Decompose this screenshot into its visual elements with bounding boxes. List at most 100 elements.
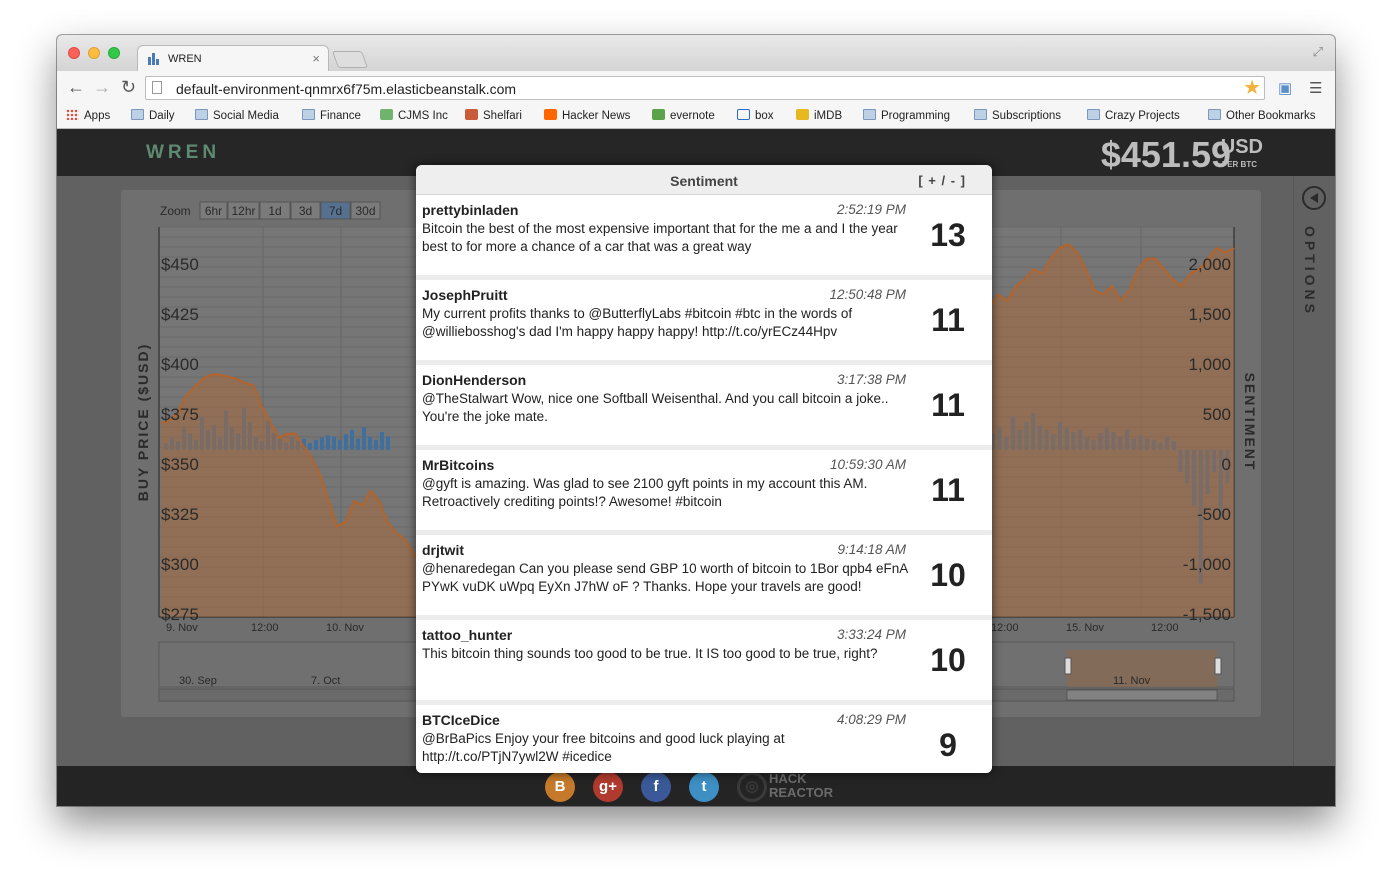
- y2-tick-label: 1,500: [1188, 305, 1231, 324]
- bookmark-cjms-inc[interactable]: CJMS Inc: [380, 109, 448, 122]
- reload-icon[interactable]: ↻: [121, 78, 136, 96]
- address-bar[interactable]: default-environment-qnmrx6f75m.elasticbe…: [145, 76, 1265, 100]
- tweet-row[interactable]: tattoo_hunter 3:33:24 PM This bitcoin thin…: [416, 620, 992, 705]
- folder-icon: [1087, 109, 1100, 120]
- collapse-arrow-icon[interactable]: [1302, 186, 1326, 210]
- tweet-text: Bitcoin the best of the most expensive i…: [422, 221, 898, 254]
- fullscreen-icon[interactable]: ⤢: [1313, 44, 1323, 60]
- new-tab-button[interactable]: [331, 51, 369, 68]
- zoom-button-label: 7d: [329, 204, 342, 218]
- bookmark-social-media[interactable]: Social Media: [195, 109, 279, 122]
- y2-axis-title: SENTIMENT: [1242, 373, 1258, 472]
- x-tick-label: 15. Nov: [1066, 622, 1104, 634]
- y-tick-label: $325: [161, 505, 199, 524]
- tweet-username[interactable]: BTCIceDice: [422, 712, 500, 728]
- navigator-handle-right[interactable]: [1214, 657, 1222, 675]
- tweet-username[interactable]: drjtwit: [422, 542, 464, 558]
- bookmark-finance[interactable]: Finance: [302, 109, 361, 122]
- hack-reactor-icon[interactable]: ◎: [737, 772, 767, 802]
- tweet-time: 4:08:29 PM: [836, 712, 906, 727]
- minimize-window-button[interactable]: [88, 47, 100, 59]
- tweet-text: This bitcoin thing sounds too good to be…: [422, 646, 878, 661]
- browser-toolbar: ← → ↻ default-environment-qnmrx6f75m.ela…: [57, 71, 1335, 105]
- options-panel-toggle[interactable]: OPTIONS: [1293, 176, 1335, 766]
- sentiment-bar: [380, 432, 384, 450]
- y-tick-label: $375: [161, 405, 199, 424]
- facebook-icon[interactable]: f: [641, 772, 671, 802]
- zoom-button-label: 1d: [268, 204, 281, 218]
- y-tick-label: $425: [161, 305, 199, 324]
- sentiment-modal: Sentiment [ + / - ] prettybinladen 2:52:1…: [416, 165, 992, 773]
- tab-wren[interactable]: WREN ×: [137, 45, 329, 72]
- tweet-username[interactable]: JosephPruitt: [422, 287, 508, 303]
- bookmarks-bar: Apps Daily Social Media Finance CJMS Inc…: [57, 105, 1335, 129]
- tweet-sentiment-score: 13: [930, 217, 966, 253]
- bookmark-other-bookmarks[interactable]: Other Bookmarks: [1208, 109, 1315, 122]
- extension-icon[interactable]: ▣: [1278, 79, 1292, 97]
- sentiment-bar: [344, 434, 348, 450]
- tweet-sentiment-score: 10: [930, 642, 966, 678]
- hack-reactor-logo[interactable]: HACK REACTOR: [769, 772, 839, 800]
- bookmark-star-icon[interactable]: ★: [1243, 77, 1261, 99]
- navigator-tick-label: 7. Oct: [311, 675, 340, 687]
- sentiment-bar: [308, 443, 312, 450]
- google-plus-icon[interactable]: g+: [593, 772, 623, 802]
- folder-icon: [974, 109, 987, 120]
- tweet-row[interactable]: DionHenderson 3:17:38 PM @TheStalwart Wow,…: [416, 365, 992, 450]
- forward-icon[interactable]: →: [93, 78, 111, 96]
- tweet-sentiment-score: 11: [931, 472, 965, 508]
- bookmark-programming[interactable]: Programming: [863, 109, 950, 122]
- bookmark-shelfari[interactable]: Shelfari: [465, 109, 522, 122]
- options-label: OPTIONS: [1302, 226, 1318, 318]
- tweet-row[interactable]: drjtwit 9:14:18 AM @henaredegan Can you pl…: [416, 535, 992, 620]
- tweet-row[interactable]: prettybinladen 2:52:19 PM Bitcoin the best…: [416, 195, 992, 280]
- tweet-username[interactable]: MrBitcoins: [422, 457, 494, 473]
- bookmark-box[interactable]: box: [737, 109, 774, 122]
- tweet-text: @gyft is amazing. Was glad to see 2100 g…: [422, 476, 868, 509]
- y2-tick-label: 2,000: [1188, 255, 1231, 274]
- sentiment-bar: [368, 436, 372, 450]
- navigator-scroll-thumb[interactable]: [1066, 689, 1218, 701]
- tweet-username[interactable]: DionHenderson: [422, 372, 526, 388]
- bookmark-daily[interactable]: Daily: [131, 109, 175, 122]
- tweet-row[interactable]: BTCIceDice 4:08:29 PM @BrBaPics Enjoy your…: [416, 705, 992, 773]
- bookmark-crazy-projects[interactable]: Crazy Projects: [1087, 109, 1180, 122]
- bitcoin-icon[interactable]: B: [545, 772, 575, 802]
- zoom-button-label: 30d: [355, 204, 375, 218]
- sentiment-bar: [374, 439, 378, 450]
- bookmark-evernote[interactable]: evernote: [652, 109, 715, 122]
- cjms-icon: [380, 109, 393, 120]
- menu-icon[interactable]: ☰: [1309, 79, 1322, 97]
- x-tick-label: 9. Nov: [166, 622, 198, 634]
- bookmark-hacker-news[interactable]: Hacker News: [544, 109, 630, 122]
- tweet-time: 3:17:38 PM: [836, 372, 906, 387]
- tweet-username[interactable]: prettybinladen: [422, 202, 518, 218]
- sentiment-bar: [350, 429, 354, 450]
- tweet-text: @henaredegan Can you please send GBP 10 …: [422, 561, 908, 594]
- zoom-button-label: 6hr: [205, 204, 222, 218]
- tab-close-icon[interactable]: ×: [312, 51, 320, 66]
- bookmark-apps[interactable]: Apps: [66, 109, 110, 122]
- folder-icon: [131, 109, 144, 120]
- navigator-handle-left[interactable]: [1064, 657, 1072, 675]
- bookmark-subscriptions[interactable]: Subscriptions: [974, 109, 1061, 122]
- y2-tick-label: 1,000: [1188, 355, 1231, 374]
- bookmark-imdb[interactable]: iMDB: [796, 109, 842, 122]
- tweet-row[interactable]: JosephPruitt 12:50:48 PM My current profit…: [416, 280, 992, 365]
- sentiment-header: Sentiment [ + / - ]: [416, 165, 992, 195]
- zoom-window-button[interactable]: [108, 47, 120, 59]
- tweet-sentiment-score: 11: [931, 387, 965, 423]
- hacker-news-icon: [544, 109, 557, 120]
- tweet-row[interactable]: MrBitcoins 10:59:30 AM @gyft is amazing. W…: [416, 450, 992, 535]
- twitter-icon[interactable]: t: [689, 772, 719, 802]
- y2-tick-label: -500: [1197, 505, 1231, 524]
- sentiment-bar: [314, 439, 318, 450]
- url-text: default-environment-qnmrx6f75m.elasticbe…: [176, 81, 517, 97]
- sentiment-toggle-button[interactable]: [ + / - ]: [918, 173, 966, 188]
- browser-window: WREN × ⤢ ← → ↻ default-environment-qnmrx…: [57, 35, 1335, 806]
- y2-tick-label: 0: [1222, 455, 1231, 474]
- y2-tick-label: -1,500: [1183, 605, 1231, 624]
- tweet-username[interactable]: tattoo_hunter: [422, 627, 512, 643]
- back-icon[interactable]: ←: [67, 78, 85, 96]
- close-window-button[interactable]: [68, 47, 80, 59]
